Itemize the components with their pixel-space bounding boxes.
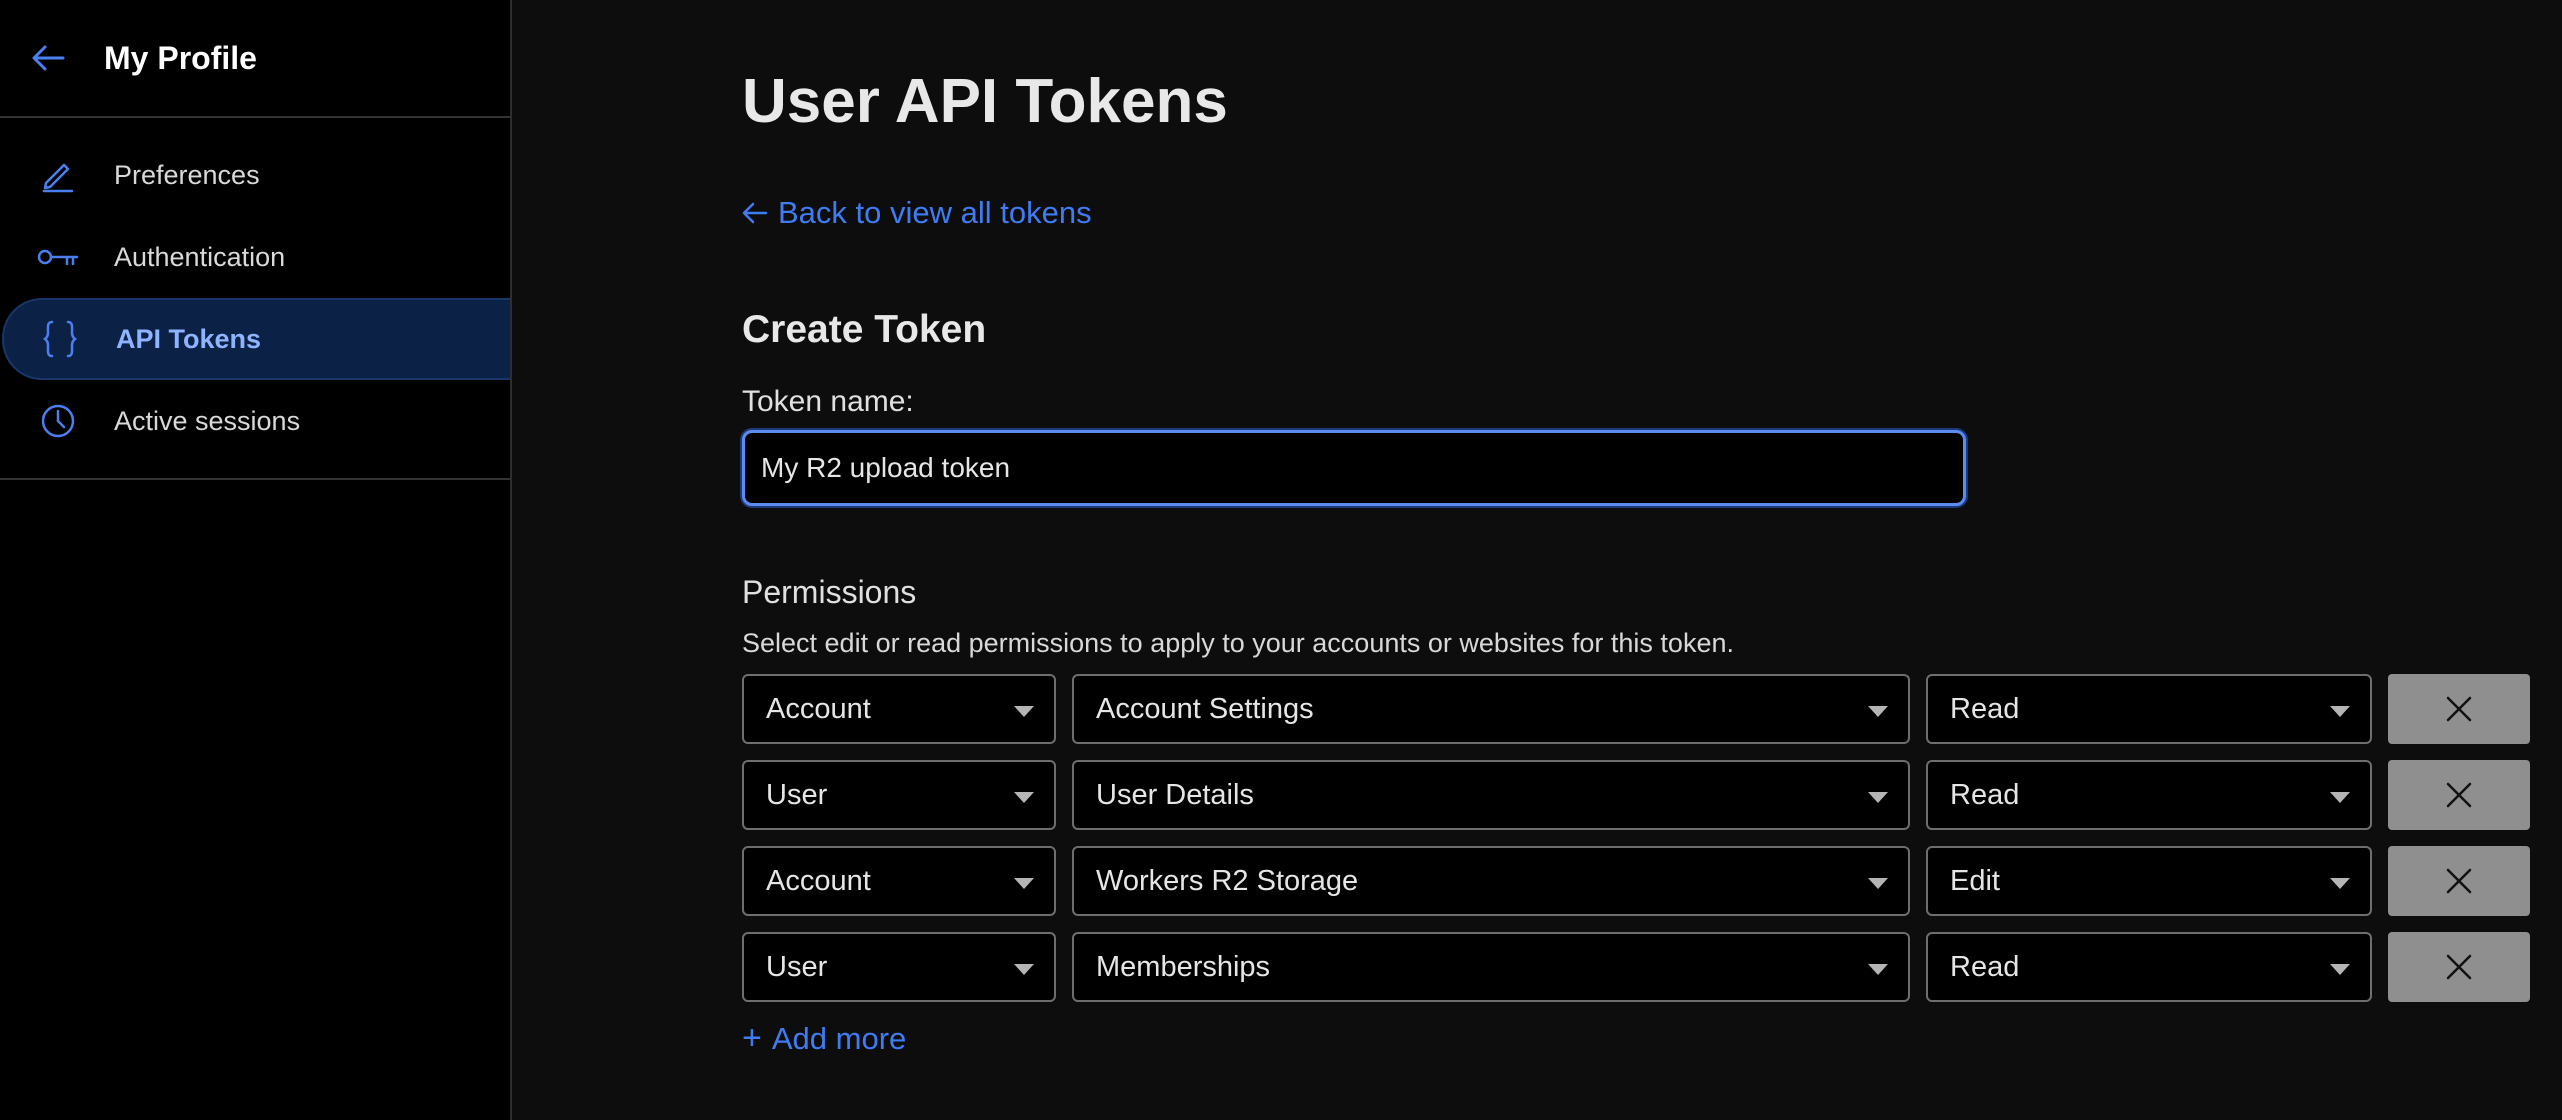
scope-value: Account: [766, 864, 871, 897]
caret-down-icon: [2330, 964, 2350, 975]
sidebar-title: My Profile: [104, 39, 257, 76]
resource-value: Workers R2 Storage: [1096, 864, 1359, 897]
resource-select[interactable]: User Details: [1072, 760, 1910, 830]
scope-select[interactable]: Account: [742, 674, 1056, 744]
access-select[interactable]: Edit: [1926, 846, 2372, 916]
caret-down-icon: [1014, 706, 1034, 717]
token-name-label: Token name:: [742, 385, 914, 418]
sidebar-item-api-tokens[interactable]: API Tokens: [2, 298, 510, 380]
add-more-label: Add more: [771, 1020, 907, 1056]
sidebar-item-label: API Tokens: [116, 323, 262, 354]
sidebar-item-active-sessions[interactable]: Active sessions: [0, 380, 510, 462]
pencil-icon: [36, 153, 80, 197]
sidebar-item-preferences[interactable]: Preferences: [0, 134, 510, 216]
caret-down-icon: [1868, 964, 1888, 975]
access-select[interactable]: Read: [1926, 932, 2372, 1002]
page-title: User API Tokens: [742, 67, 1228, 136]
permissions-description: Select edit or read permissions to apply…: [742, 628, 1734, 658]
scope-value: Account: [766, 692, 871, 725]
caret-down-icon: [1014, 964, 1034, 975]
remove-permission-button[interactable]: [2388, 932, 2530, 1002]
arrow-left-icon: [742, 202, 768, 224]
section-title: Create Token: [742, 308, 987, 351]
braces-icon: [38, 317, 82, 361]
access-select[interactable]: Read: [1926, 674, 2372, 744]
remove-permission-button[interactable]: [2388, 846, 2530, 916]
key-icon: [36, 235, 80, 279]
caret-down-icon: [1868, 706, 1888, 717]
caret-down-icon: [1014, 792, 1034, 803]
caret-down-icon: [1868, 878, 1888, 889]
access-value: Read: [1950, 778, 2020, 811]
close-icon: [2446, 954, 2472, 980]
permissions-title: Permissions: [742, 574, 917, 610]
resource-select[interactable]: Account Settings: [1072, 674, 1910, 744]
resource-value: Account Settings: [1096, 692, 1314, 725]
back-link-label: Back to view all tokens: [778, 195, 1092, 230]
access-value: Read: [1950, 692, 2020, 725]
token-name-input[interactable]: [742, 430, 1966, 506]
back-arrow-icon[interactable]: [28, 38, 68, 78]
sidebar: My Profile Preferences Authentication AP…: [0, 0, 512, 1120]
close-icon: [2446, 696, 2472, 722]
sidebar-header: My Profile: [0, 0, 510, 118]
sidebar-item-label: Authentication: [114, 241, 286, 272]
close-icon: [2446, 782, 2472, 808]
close-icon: [2446, 868, 2472, 894]
caret-down-icon: [2330, 878, 2350, 889]
add-more-link[interactable]: + Add more: [742, 1019, 906, 1058]
caret-down-icon: [1868, 792, 1888, 803]
caret-down-icon: [2330, 792, 2350, 803]
sidebar-nav: Preferences Authentication API Tokens Ac…: [0, 118, 510, 480]
remove-permission-button[interactable]: [2388, 674, 2530, 744]
scope-select[interactable]: User: [742, 932, 1056, 1002]
resource-select[interactable]: Memberships: [1072, 932, 1910, 1002]
sidebar-item-label: Preferences: [114, 159, 260, 190]
access-select[interactable]: Read: [1926, 760, 2372, 830]
caret-down-icon: [1014, 878, 1034, 889]
resource-select[interactable]: Workers R2 Storage: [1072, 846, 1910, 916]
resource-value: User Details: [1096, 778, 1254, 811]
access-value: Read: [1950, 950, 2020, 983]
access-value: Edit: [1950, 864, 2000, 897]
caret-down-icon: [2330, 706, 2350, 717]
scope-value: User: [766, 950, 828, 983]
clock-icon: [36, 399, 80, 443]
plus-icon: +: [742, 1019, 762, 1057]
scope-select[interactable]: User: [742, 760, 1056, 830]
sidebar-item-authentication[interactable]: Authentication: [0, 216, 510, 298]
back-to-tokens-link[interactable]: Back to view all tokens: [742, 195, 1092, 231]
scope-value: User: [766, 778, 828, 811]
scope-select[interactable]: Account: [742, 846, 1056, 916]
remove-permission-button[interactable]: [2388, 760, 2530, 830]
sidebar-item-label: Active sessions: [114, 405, 301, 436]
resource-value: Memberships: [1096, 950, 1271, 983]
